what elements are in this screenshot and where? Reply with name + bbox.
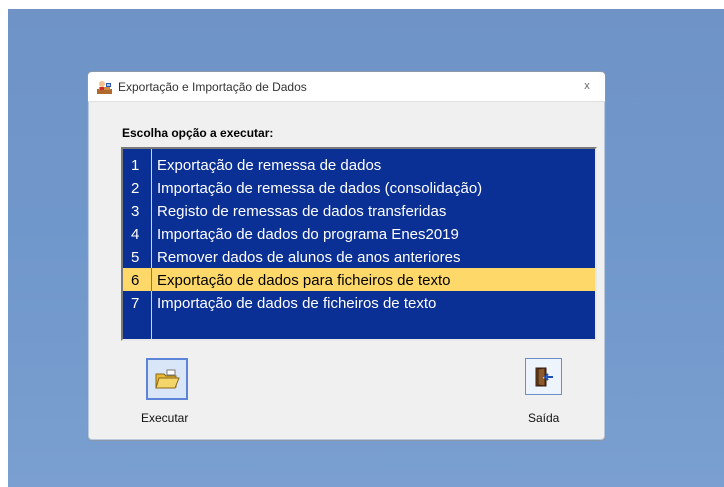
exit-door-icon bbox=[535, 366, 553, 387]
option-number: 2 bbox=[131, 180, 140, 197]
list-item-option-6-selected[interactable]: 6 Exportação de dados para ficheiros de … bbox=[123, 268, 595, 291]
option-label: Importação de remessa de dados (consolid… bbox=[157, 180, 483, 197]
execute-label: Executar bbox=[141, 411, 189, 425]
option-number: 6 bbox=[131, 272, 140, 289]
option-label: Remover dados de alunos de anos anterior… bbox=[157, 249, 461, 266]
option-number: 4 bbox=[131, 226, 140, 243]
option-label: Importação de dados de ficheiros de text… bbox=[157, 295, 437, 312]
option-label: Importação de dados do programa Enes2019 bbox=[157, 226, 459, 243]
option-number: 5 bbox=[131, 249, 140, 266]
open-folder-icon bbox=[155, 369, 180, 389]
option-number: 3 bbox=[131, 203, 140, 220]
options-listbox[interactable]: 1 Exportação de remessa de dados 2 Impor… bbox=[121, 147, 597, 341]
list-item-option-4[interactable]: 4 Importação de dados do programa Enes20… bbox=[123, 222, 595, 245]
option-label: Registo de remessas de dados transferida… bbox=[157, 203, 447, 220]
execute-button[interactable] bbox=[146, 358, 188, 400]
option-label: Exportação de dados para ficheiros de te… bbox=[157, 272, 451, 289]
titlebar: Exportação e Importação de Dados x bbox=[88, 72, 605, 102]
data-export-import-dialog: Exportação e Importação de Dados x Escol… bbox=[87, 71, 606, 441]
option-prompt: Escolha opção a executar: bbox=[122, 126, 274, 140]
option-number: 1 bbox=[131, 157, 140, 174]
close-icon[interactable]: x bbox=[579, 79, 595, 93]
exit-label: Saída bbox=[528, 411, 560, 425]
option-label: Exportação de remessa de dados bbox=[157, 157, 382, 174]
list-item-option-7[interactable]: 7 Importação de dados de ficheiros de te… bbox=[123, 291, 595, 314]
window-title: Exportação e Importação de Dados bbox=[118, 80, 307, 94]
list-item-option-2[interactable]: 2 Importação de remessa de dados (consol… bbox=[123, 176, 595, 199]
app-icon bbox=[96, 79, 114, 95]
list-item-option-5[interactable]: 5 Remover dados de alunos de anos anteri… bbox=[123, 245, 595, 268]
exit-button[interactable] bbox=[525, 358, 562, 395]
option-number: 7 bbox=[131, 295, 140, 312]
selected-row-divider bbox=[151, 268, 152, 291]
list-item-option-3[interactable]: 3 Registo de remessas de dados transferi… bbox=[123, 199, 595, 222]
list-item-option-1[interactable]: 1 Exportação de remessa de dados bbox=[123, 153, 595, 176]
